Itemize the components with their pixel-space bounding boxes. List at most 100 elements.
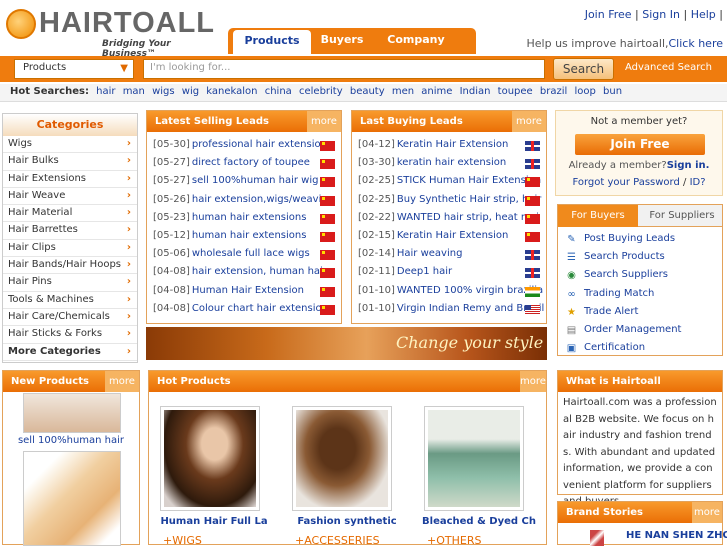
lead-title[interactable]: wholesale full lace wigs	[192, 248, 310, 259]
selling-lead-item[interactable]: [05-12] human hair extensions	[147, 227, 341, 245]
selling-lead-item[interactable]: [05-06] wholesale full lace wigs	[147, 245, 341, 263]
product-image[interactable]	[160, 406, 260, 511]
member-sign-in-link[interactable]: Sign in.	[667, 160, 710, 171]
product-image[interactable]	[23, 393, 121, 433]
lead-title[interactable]: professional hair extension	[192, 139, 327, 150]
wigs-tag-link[interactable]: +WIGS	[163, 534, 202, 547]
hot-product-caption[interactable]: Fashion synthetic	[287, 516, 407, 527]
post-buying-leads-link[interactable]: ✎ Post Buying Leads	[558, 230, 722, 248]
search-category-select[interactable]: Products ▼	[14, 59, 134, 79]
hot-search-term[interactable]: bun	[603, 86, 622, 97]
lead-title[interactable]: Virgin Indian Remy and Brazil	[397, 303, 544, 314]
selling-lead-item[interactable]: [04-08] Human Hair Extension	[147, 282, 341, 300]
lead-title[interactable]: Buy Synthetic Hair strip, hair	[397, 194, 541, 205]
selling-lead-item[interactable]: [05-26] hair extension,wigs/weaving	[147, 191, 341, 209]
category-item[interactable]: Hair Care/Chemicals ›	[3, 309, 137, 327]
category-item[interactable]: Hair Bulks ›	[3, 153, 137, 171]
trade-alert-link[interactable]: ★ Trade Alert	[558, 303, 722, 321]
order-management-link[interactable]: ▤ Order Management	[558, 321, 722, 339]
certification-link[interactable]: ▣ Certification	[558, 339, 722, 357]
tab-for-buyers[interactable]: For Buyers	[558, 205, 638, 227]
search-products-link[interactable]: ☰ Search Products	[558, 248, 722, 266]
hot-search-term[interactable]: beauty	[350, 86, 385, 97]
selling-lead-item[interactable]: [05-23] human hair extensions	[147, 209, 341, 227]
search-input[interactable]: I'm looking for...	[143, 59, 545, 79]
hot-search-term[interactable]: hair	[96, 86, 115, 97]
lead-title[interactable]: STICK Human Hair Extension	[397, 175, 541, 186]
category-item[interactable]: Hair Sticks & Forks ›	[3, 326, 137, 344]
category-item[interactable]: Hair Clips ›	[3, 240, 137, 258]
selling-lead-item[interactable]: [04-08] Colour chart hair extension	[147, 300, 341, 318]
selling-lead-item[interactable]: [05-27] sell 100%human hair wig	[147, 172, 341, 190]
hot-search-term[interactable]: wig	[182, 86, 199, 97]
sign-in-link[interactable]: Sign In	[642, 8, 680, 21]
lead-title[interactable]: Hair weaving	[397, 248, 463, 259]
category-item[interactable]: Hair Weave ›	[3, 188, 137, 206]
tab-for-suppliers[interactable]: For Suppliers	[642, 205, 722, 227]
lead-title[interactable]: human hair extensions	[192, 212, 307, 223]
category-item[interactable]: Hair Bands/Hair Hoops ›	[3, 257, 137, 275]
others-tag-link[interactable]: +OTHERS	[427, 534, 481, 547]
hot-search-term[interactable]: man	[123, 86, 145, 97]
buying-lead-item[interactable]: [01-10] Virgin Indian Remy and Brazil	[352, 300, 546, 318]
buying-lead-item[interactable]: [02-15] Keratin Hair Extension	[352, 227, 546, 245]
buying-lead-item[interactable]: [02-25] STICK Human Hair Extension	[352, 172, 546, 190]
hot-search-term[interactable]: china	[265, 86, 292, 97]
buying-lead-item[interactable]: [03-30] keratin hair extension	[352, 154, 546, 172]
hot-search-term[interactable]: celebrity	[299, 86, 343, 97]
hot-search-term[interactable]: brazil	[540, 86, 567, 97]
hot-search-term[interactable]: men	[392, 86, 414, 97]
more-categories-link[interactable]: More Categories ›	[3, 344, 137, 361]
lead-title[interactable]: hair extension,wigs/weaving	[192, 194, 334, 205]
category-item[interactable]: Hair Pins ›	[3, 274, 137, 292]
lead-title[interactable]: Keratin Hair Extension	[397, 139, 508, 150]
new-product-caption[interactable]: sell 100%human hair	[3, 435, 139, 446]
selling-more-button[interactable]: more	[307, 111, 341, 132]
selling-lead-item[interactable]: [05-30] professional hair extension	[147, 136, 341, 154]
lead-title[interactable]: Colour chart hair extension	[192, 303, 328, 314]
hot-products-more-button[interactable]: more	[520, 371, 546, 392]
lead-title[interactable]: WANTED 100% virgin brazilia	[397, 285, 543, 296]
accessories-tag-link[interactable]: +ACCESSERIES	[295, 534, 380, 547]
buying-lead-item[interactable]: [04-12] Keratin Hair Extension	[352, 136, 546, 154]
lead-title[interactable]: sell 100%human hair wig	[192, 175, 319, 186]
product-image[interactable]	[292, 406, 392, 511]
lead-title[interactable]: Human Hair Extension	[192, 285, 304, 296]
search-button[interactable]: Search	[553, 58, 614, 80]
lead-title[interactable]: Keratin Hair Extension	[397, 230, 508, 241]
brand-story-link[interactable]: HE NAN SHEN ZHO	[626, 530, 727, 541]
buying-lead-item[interactable]: [02-25] Buy Synthetic Hair strip, hair	[352, 191, 546, 209]
lead-title[interactable]: human hair extensions	[192, 230, 307, 241]
forgot-id-link[interactable]: ID?	[690, 177, 706, 188]
lead-title[interactable]: direct factory of toupee	[192, 157, 310, 168]
new-products-more-button[interactable]: more	[105, 371, 139, 392]
search-suppliers-link[interactable]: ◉ Search Suppliers	[558, 266, 722, 284]
hot-product-caption[interactable]: Human Hair Full La	[154, 516, 274, 527]
buying-lead-item[interactable]: [01-10] WANTED 100% virgin brazilia	[352, 282, 546, 300]
lead-title[interactable]: Deep1 hair	[397, 266, 452, 277]
category-item[interactable]: Hair Material ›	[3, 205, 137, 223]
join-free-link[interactable]: Join Free	[585, 8, 632, 21]
hot-search-term[interactable]: Indian	[460, 86, 491, 97]
buying-lead-item[interactable]: [02-14] Hair weaving	[352, 245, 546, 263]
category-item[interactable]: Hair Extensions ›	[3, 171, 137, 188]
hot-search-term[interactable]: loop	[574, 86, 595, 97]
buying-lead-item[interactable]: [02-22] WANTED hair strip, heat resi	[352, 209, 546, 227]
hot-search-term[interactable]: wigs	[152, 86, 175, 97]
help-link[interactable]: Help	[691, 8, 716, 21]
category-item[interactable]: Wigs ›	[3, 136, 137, 154]
site-logo[interactable]: HAIRTOALL Bridging Your Business™	[6, 5, 216, 59]
selling-lead-item[interactable]: [05-27] direct factory of toupee	[147, 154, 341, 172]
hot-search-term[interactable]: kanekalon	[206, 86, 257, 97]
selling-lead-item[interactable]: [04-08] hair extension, human hair	[147, 263, 341, 281]
trading-match-link[interactable]: ∞ Trading Match	[558, 285, 722, 303]
buying-lead-item[interactable]: [02-11] Deep1 hair	[352, 263, 546, 281]
lead-title[interactable]: hair extension, human hair	[192, 266, 327, 277]
hot-search-term[interactable]: anime	[421, 86, 452, 97]
lead-title[interactable]: WANTED hair strip, heat resi	[397, 212, 539, 223]
join-free-button[interactable]: Join Free	[575, 134, 705, 155]
buying-more-button[interactable]: more	[512, 111, 546, 132]
tab-buyers[interactable]: Buyers	[318, 28, 366, 54]
hot-search-term[interactable]: toupee	[498, 86, 533, 97]
tab-company[interactable]: Company	[386, 28, 446, 54]
